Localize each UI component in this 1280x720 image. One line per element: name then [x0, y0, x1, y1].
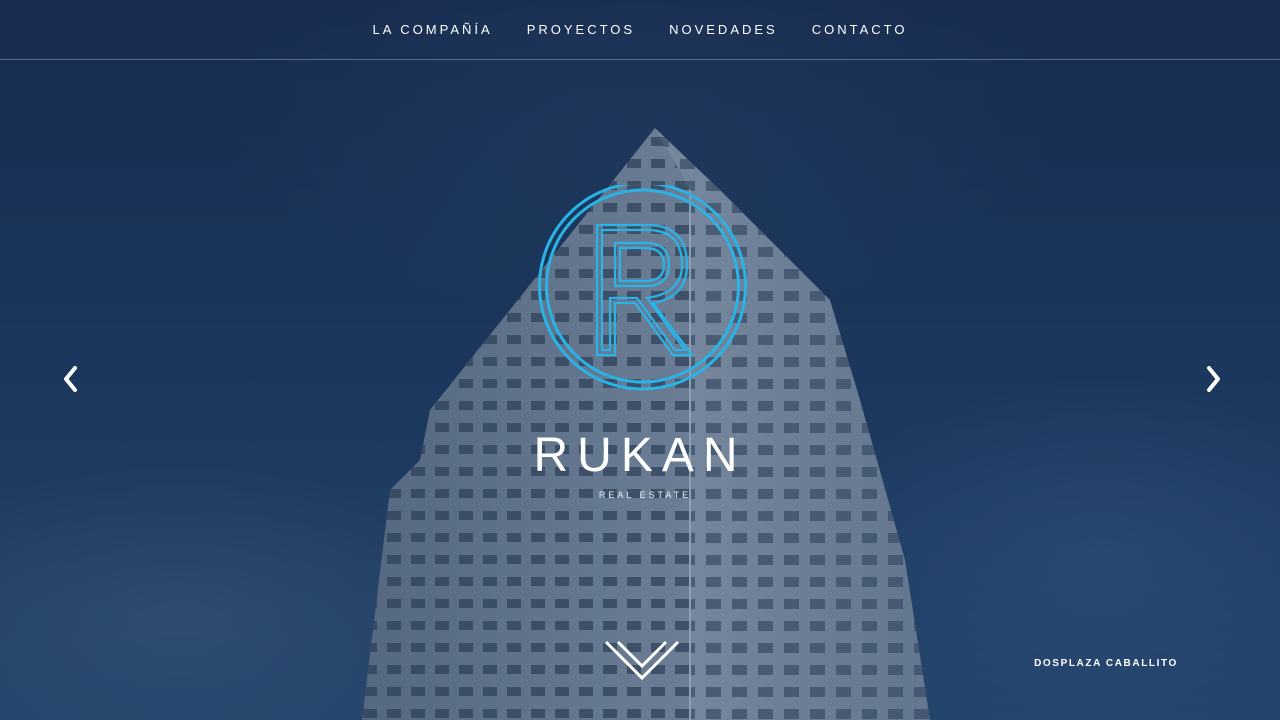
chevron-down-icon	[604, 640, 680, 681]
rukan-logo-icon	[535, 181, 750, 400]
brand-name: RUKAN	[533, 429, 747, 482]
slider-prev-button[interactable]	[55, 362, 85, 396]
slider-next-button[interactable]	[1199, 362, 1229, 396]
nav-link-novedades[interactable]: NOVEDADES	[652, 22, 795, 37]
nav-link-contacto[interactable]: CONTACTO	[795, 22, 925, 37]
chevron-right-icon	[1207, 366, 1220, 392]
brand-subtitle: REAL ESTATE	[598, 490, 692, 500]
nav-link-proyectos[interactable]: PROYECTOS	[510, 22, 652, 37]
slide-caption: DOSPLAZA CABALLITO	[1034, 658, 1178, 669]
hero-slider: LA COMPAÑÍA PROYECTOS NOVEDADES CONTACTO…	[0, 0, 1280, 720]
nav-link-la-compania[interactable]: LA COMPAÑÍA	[356, 22, 510, 37]
top-navigation: LA COMPAÑÍA PROYECTOS NOVEDADES CONTACTO	[0, 0, 1280, 60]
chevron-left-icon	[64, 366, 77, 392]
scroll-down-button[interactable]	[600, 628, 684, 684]
